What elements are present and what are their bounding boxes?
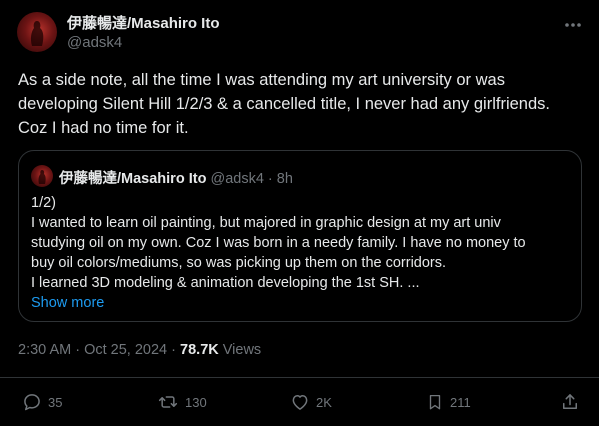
tweet-line: Coz I had no time for it. — [18, 119, 189, 137]
timestamp[interactable]: 2:30 AM · Oct 25, 2024 — [18, 342, 167, 358]
quoted-separator: · — [267, 171, 273, 187]
show-more-link[interactable]: Show more — [31, 293, 576, 313]
reply-icon — [24, 394, 40, 411]
repost-icon — [158, 396, 178, 408]
share-button[interactable] — [560, 392, 586, 412]
quoted-tweet-text: 1/2) I wanted to learn oil painting, but… — [31, 193, 576, 313]
bookmark-icon — [429, 394, 441, 410]
like-count: 2K — [316, 394, 332, 410]
repost-count: 130 — [185, 394, 207, 410]
quoted-line: I wanted to learn oil painting, but majo… — [31, 215, 501, 231]
like-button[interactable]: 2K — [290, 392, 332, 412]
quoted-author-avatar — [31, 165, 53, 187]
bookmark-button[interactable]: 211 — [426, 392, 471, 412]
quoted-line: I learned 3D modeling & animation develo… — [31, 275, 420, 291]
quoted-author-handle: @adsk4 — [210, 171, 264, 187]
quoted-line: studying oil on my own. Coz I was born i… — [31, 235, 526, 251]
author-avatar[interactable] — [17, 12, 57, 52]
bookmark-count: 211 — [450, 394, 471, 410]
divider — [0, 377, 599, 378]
heart-icon — [292, 395, 308, 410]
reply-count: 35 — [48, 394, 63, 410]
tweet-line: developing Silent Hill 1/2/3 & a cancell… — [18, 95, 550, 113]
quoted-tweet-card[interactable]: 伊藤暢達/Masahiro Ito @adsk4 · 8h 1/2) I wan… — [18, 150, 582, 322]
reply-button[interactable]: 35 — [22, 392, 62, 412]
quoted-line: buy oil colors/mediums, so was picking u… — [31, 255, 447, 271]
quoted-tweet-header: 伊藤暢達/Masahiro Ito @adsk4 · 8h — [59, 167, 293, 188]
tweet-text: As a side note, all the time I was atten… — [18, 68, 593, 140]
share-icon — [563, 394, 577, 409]
views-label: Views — [222, 342, 262, 358]
author-name[interactable]: 伊藤暢達/Masahiro Ito — [67, 12, 220, 33]
tweet-meta: 2:30 AM · Oct 25, 2024 · 78.7K Views — [18, 342, 261, 358]
quoted-line: 1/2) — [31, 195, 56, 211]
quoted-author-name: 伊藤暢達/Masahiro Ito — [59, 171, 207, 187]
repost-button[interactable]: 130 — [157, 392, 207, 412]
tweet-line: As a side note, all the time I was atten… — [18, 71, 505, 89]
author-handle[interactable]: @adsk4 — [67, 34, 122, 51]
quoted-time: 8h — [276, 171, 293, 187]
meta-separator: · — [171, 342, 176, 358]
views-count: 78.7K — [180, 342, 219, 358]
more-options-icon[interactable] — [562, 14, 584, 36]
